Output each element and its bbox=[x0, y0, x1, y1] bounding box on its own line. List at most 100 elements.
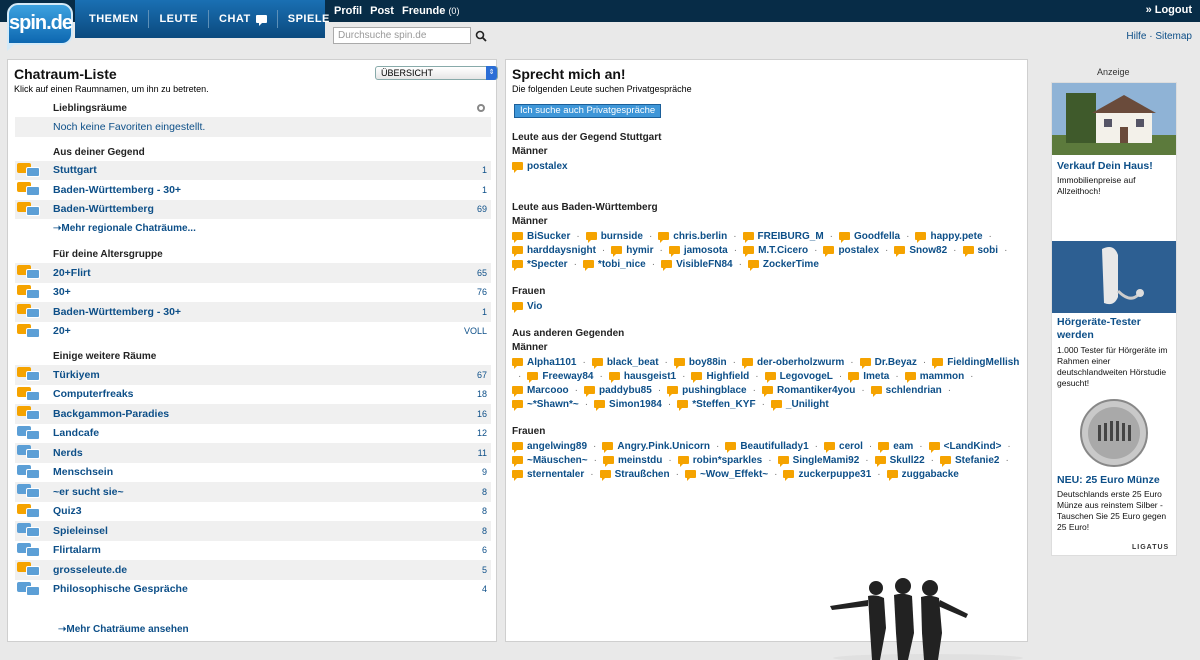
user-item[interactable]: hausgeist1 bbox=[608, 370, 676, 384]
user-item[interactable]: meinstdu bbox=[602, 454, 662, 468]
room-name[interactable]: ~er sucht sie~ bbox=[53, 486, 124, 498]
user-link[interactable]: zuggabacke bbox=[902, 469, 959, 480]
user-link[interactable]: jamosota bbox=[684, 245, 728, 256]
user-link[interactable]: sobi bbox=[978, 245, 999, 256]
user-item[interactable]: _Unilight bbox=[770, 398, 829, 412]
room-row[interactable]: Nerds 11 bbox=[15, 443, 491, 463]
user-item[interactable]: zuckerpuppe31 bbox=[783, 468, 871, 482]
nav-themen[interactable]: THEMEN bbox=[79, 10, 150, 28]
user-link[interactable]: ~*Shawn*~ bbox=[527, 399, 579, 410]
user-item[interactable]: Vio bbox=[512, 300, 542, 314]
user-item[interactable]: ~Mäuschen~ bbox=[512, 454, 588, 468]
user-item[interactable]: ~*Shawn*~ bbox=[512, 398, 579, 412]
user-link[interactable]: robin*sparkles bbox=[693, 455, 762, 466]
user-link[interactable]: *Specter bbox=[527, 259, 568, 270]
user-item[interactable]: zuggabacke bbox=[886, 468, 959, 482]
room-row[interactable]: Computerfreaks 18 bbox=[15, 385, 491, 405]
user-link[interactable]: postalex bbox=[527, 161, 568, 172]
user-link[interactable]: LegovogeL bbox=[780, 371, 833, 382]
user-item[interactable]: sobi bbox=[962, 244, 999, 258]
user-item[interactable]: postalex bbox=[823, 244, 879, 258]
room-row[interactable]: 20+Flirt 65 bbox=[15, 263, 491, 283]
user-item[interactable]: Snow82 bbox=[894, 244, 947, 258]
user-link[interactable]: BiSucker bbox=[527, 231, 570, 242]
user-item[interactable]: VisibleFN84 bbox=[661, 258, 733, 272]
room-name[interactable]: Quiz3 bbox=[53, 505, 82, 517]
search-input[interactable]: Durchsuche spin.de bbox=[333, 27, 471, 44]
room-filter-select[interactable]: ÜBERSICHT ⇕ bbox=[375, 66, 498, 80]
user-item[interactable]: schlendrian bbox=[870, 384, 942, 398]
user-link[interactable]: ZockerTime bbox=[763, 259, 819, 270]
user-link[interactable]: _Unilight bbox=[786, 399, 829, 410]
nav-post[interactable]: Post bbox=[370, 5, 394, 17]
user-item[interactable]: boy88in bbox=[673, 356, 727, 370]
room-name[interactable]: Flirtalarm bbox=[53, 544, 101, 556]
user-item[interactable]: Goodfella bbox=[839, 230, 900, 244]
user-item[interactable]: burnside bbox=[585, 230, 643, 244]
user-item[interactable]: der-oberholzwurm bbox=[742, 356, 844, 370]
user-item[interactable]: Freeway84 bbox=[527, 370, 594, 384]
user-item[interactable]: *Steffen_KYF bbox=[677, 398, 756, 412]
user-item[interactable]: paddybu85 bbox=[584, 384, 652, 398]
user-link[interactable]: Vio bbox=[527, 301, 542, 312]
user-item[interactable]: *tobi_nice bbox=[582, 258, 646, 272]
user-item[interactable]: happy.pete bbox=[915, 230, 983, 244]
user-link[interactable]: burnside bbox=[601, 231, 643, 242]
user-link[interactable]: Marcooo bbox=[527, 385, 569, 396]
user-item[interactable]: postalex bbox=[512, 160, 568, 174]
user-link[interactable]: Alpha1101 bbox=[527, 357, 576, 368]
room-row[interactable]: Menschsein 9 bbox=[15, 463, 491, 483]
room-row[interactable]: ~er sucht sie~ 8 bbox=[15, 482, 491, 502]
search-icon[interactable] bbox=[475, 30, 487, 42]
room-name[interactable]: grosseleute.de bbox=[53, 564, 127, 576]
user-item[interactable]: <LandKind> bbox=[928, 440, 1001, 454]
room-name[interactable]: Menschsein bbox=[53, 466, 113, 478]
user-link[interactable]: Angry.Pink.Unicorn bbox=[617, 441, 710, 452]
user-link[interactable]: FieldingMellish bbox=[947, 357, 1019, 368]
user-link[interactable]: VisibleFN84 bbox=[676, 259, 733, 270]
user-item[interactable]: jamosota bbox=[668, 244, 728, 258]
user-link[interactable]: angelwing89 bbox=[527, 441, 587, 452]
user-item[interactable]: hymir bbox=[611, 244, 653, 258]
user-item[interactable]: chris.berlin bbox=[658, 230, 727, 244]
room-row[interactable]: Spieleinsel 8 bbox=[15, 521, 491, 541]
user-link[interactable]: ~Wow_Effekt~ bbox=[700, 469, 768, 480]
user-item[interactable]: Imeta bbox=[848, 370, 889, 384]
user-link[interactable]: der-oberholzwurm bbox=[757, 357, 844, 368]
room-name[interactable]: Philosophische Gespräche bbox=[53, 583, 188, 595]
user-item[interactable]: Romantiker4you bbox=[761, 384, 855, 398]
settings-icon[interactable] bbox=[477, 104, 485, 112]
user-link[interactable]: hymir bbox=[626, 245, 653, 256]
room-name[interactable]: 20+ bbox=[53, 325, 71, 337]
room-name[interactable]: 30+ bbox=[53, 286, 71, 298]
user-link[interactable]: pushingblace bbox=[682, 385, 746, 396]
user-link[interactable]: sternentaler bbox=[527, 469, 584, 480]
room-row[interactable]: Baden-Württemberg - 30+ 1 bbox=[15, 180, 491, 200]
spin-logo[interactable]: spin.de bbox=[7, 3, 73, 45]
room-name[interactable]: 20+Flirt bbox=[53, 267, 91, 279]
room-row[interactable]: Baden-Württemberg 69 bbox=[15, 199, 491, 219]
room-row[interactable]: 20+ VOLL bbox=[15, 322, 491, 342]
room-row[interactable]: grosseleute.de 5 bbox=[15, 560, 491, 580]
room-row[interactable]: Baden-Württemberg - 30+ 1 bbox=[15, 302, 491, 322]
user-link[interactable]: Highfield bbox=[706, 371, 749, 382]
user-link[interactable]: boy88in bbox=[689, 357, 727, 368]
user-link[interactable]: chris.berlin bbox=[673, 231, 727, 242]
user-link[interactable]: happy.pete bbox=[930, 231, 982, 242]
room-name[interactable]: Baden-Württemberg - 30+ bbox=[53, 184, 181, 196]
logout-link[interactable]: » Logout bbox=[1146, 4, 1192, 16]
user-link[interactable]: Freeway84 bbox=[542, 371, 593, 382]
help-link[interactable]: Hilfe bbox=[1126, 31, 1146, 42]
ad-title[interactable]: NEU: 25 Euro Münze bbox=[1057, 474, 1173, 487]
user-link[interactable]: harddaysnight bbox=[527, 245, 596, 256]
room-row[interactable]: Flirtalarm 6 bbox=[15, 541, 491, 561]
room-name[interactable]: Spieleinsel bbox=[53, 525, 108, 537]
room-row[interactable]: 30+ 76 bbox=[15, 283, 491, 303]
room-row[interactable]: Stuttgart 1 bbox=[15, 160, 491, 180]
user-item[interactable]: robin*sparkles bbox=[677, 454, 762, 468]
room-name[interactable]: Landcafe bbox=[53, 427, 99, 439]
user-item[interactable]: sternentaler bbox=[512, 468, 584, 482]
room-name[interactable]: Türkiyem bbox=[53, 369, 100, 381]
user-link[interactable]: meinstdu bbox=[618, 455, 662, 466]
user-item[interactable]: eam bbox=[878, 440, 913, 454]
